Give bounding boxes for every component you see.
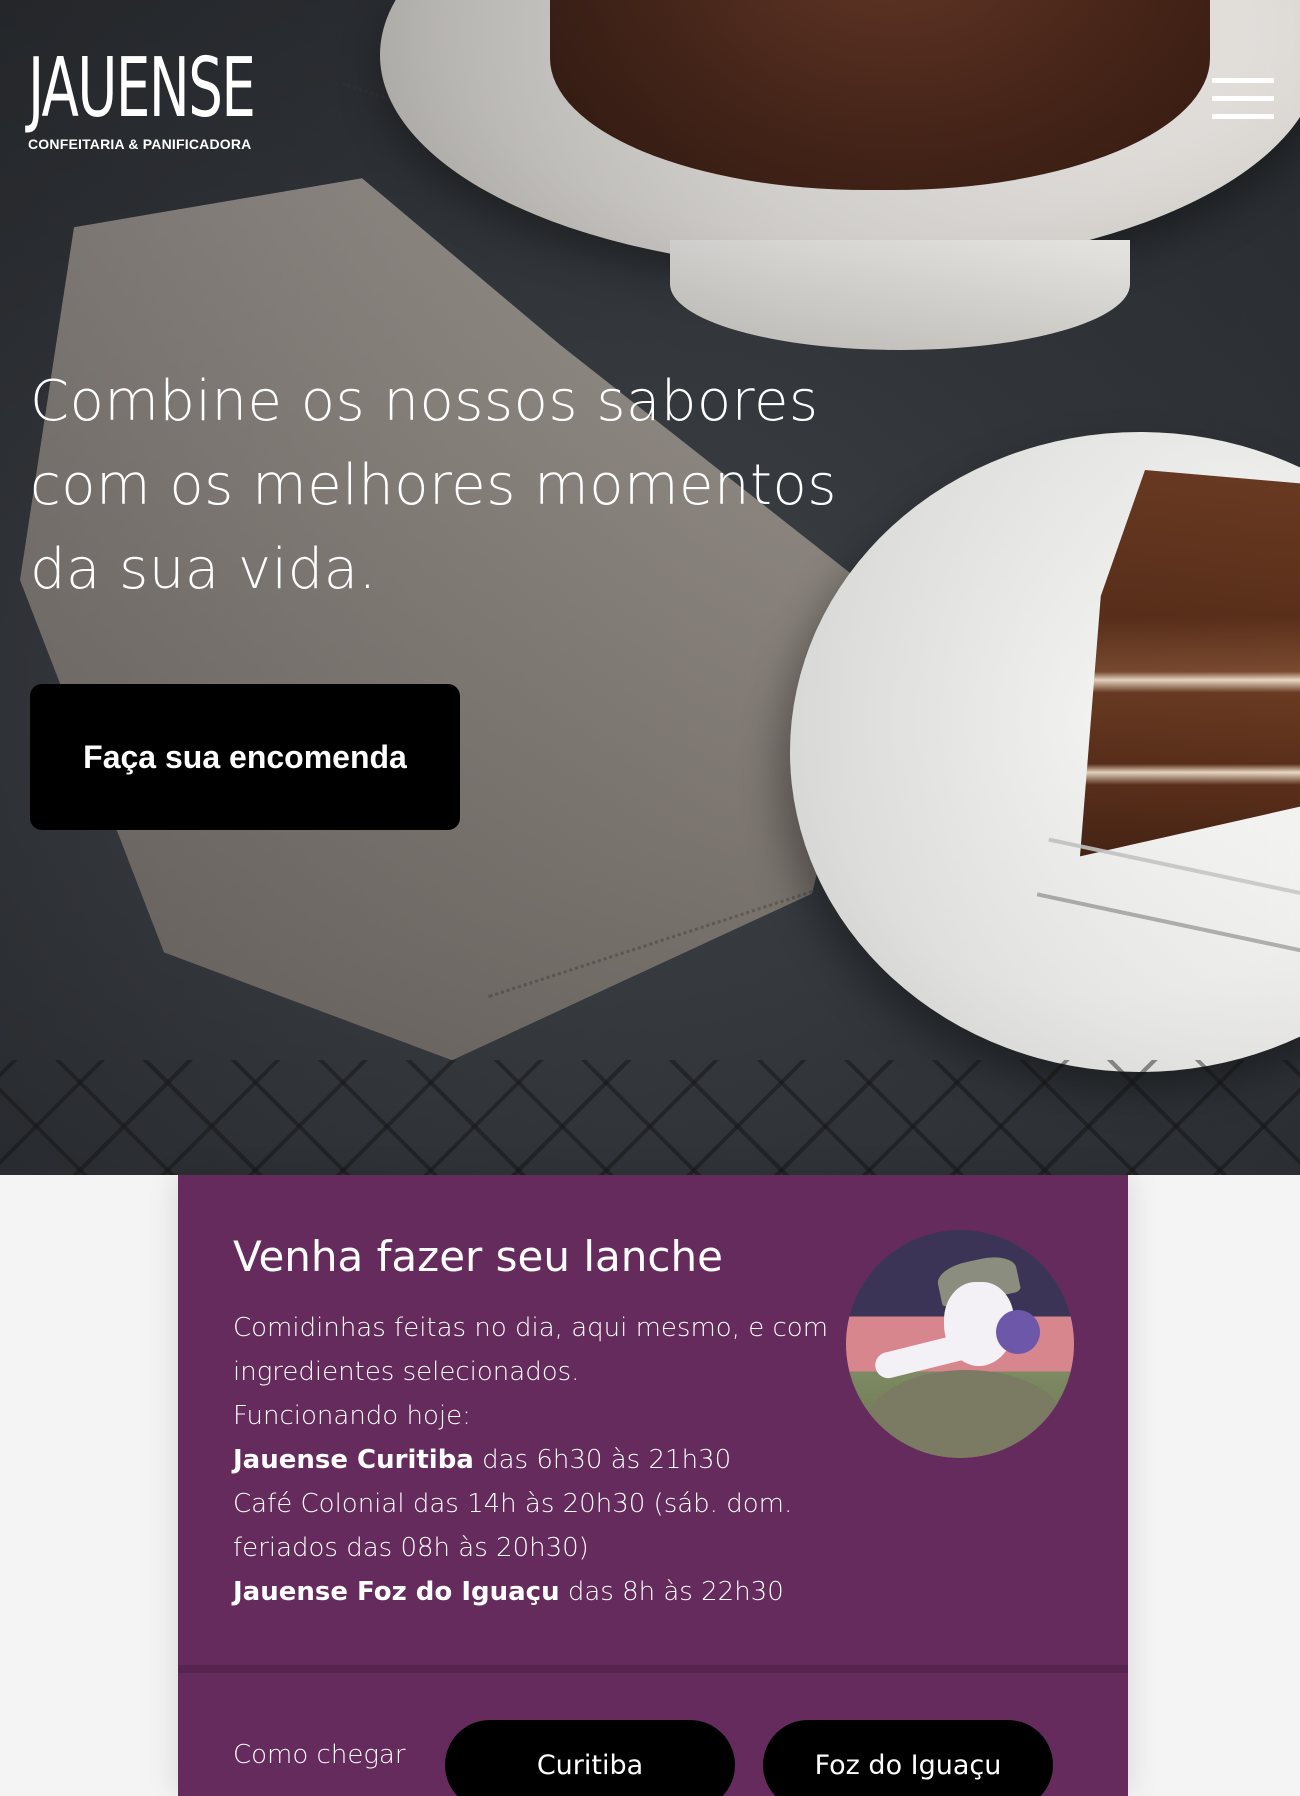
location-foz-name: Jauense Foz do Iguaçu (233, 1577, 560, 1607)
order-button[interactable]: Faça sua encomenda (30, 684, 460, 830)
directions-row: Como chegar Curitiba Foz do Iguaçu (233, 1720, 1073, 1796)
directions-foz-button[interactable]: Foz do Iguaçu (763, 1720, 1053, 1796)
hamburger-menu-icon[interactable] (1212, 78, 1274, 120)
lanche-card: Venha fazer seu lanche Comidinhas feitas… (178, 1175, 1128, 1796)
hero-section: JAUENSE CONFEITARIA & PANIFICADORA Combi… (0, 0, 1300, 1175)
card-title: Venha fazer seu lanche (233, 1232, 723, 1281)
logo-wordmark: JAUENSE (28, 41, 256, 136)
location-curitiba-hours: das 6h30 às 21h30 (482, 1445, 732, 1475)
brand-logo[interactable]: JAUENSE CONFEITARIA & PANIFICADORA (28, 41, 273, 153)
directions-label: Como chegar (233, 1740, 406, 1770)
directions-curitiba-button[interactable]: Curitiba (445, 1720, 735, 1796)
logo-tagline: CONFEITARIA & PANIFICADORA (28, 136, 252, 152)
card-description: Comidinhas feitas no dia, aqui mesmo, e … (233, 1313, 829, 1607)
illustration-avatar (846, 1230, 1074, 1458)
divider (178, 1665, 1128, 1673)
cafe-colonial-hours: Café Colonial das 14h às 20h30 (sáb. dom… (233, 1489, 793, 1563)
location-foz-hours: das 8h às 22h30 (567, 1577, 784, 1607)
hero-title: Combine os nossos sabores com os melhore… (30, 369, 837, 602)
location-curitiba-name: Jauense Curitiba (233, 1445, 474, 1475)
